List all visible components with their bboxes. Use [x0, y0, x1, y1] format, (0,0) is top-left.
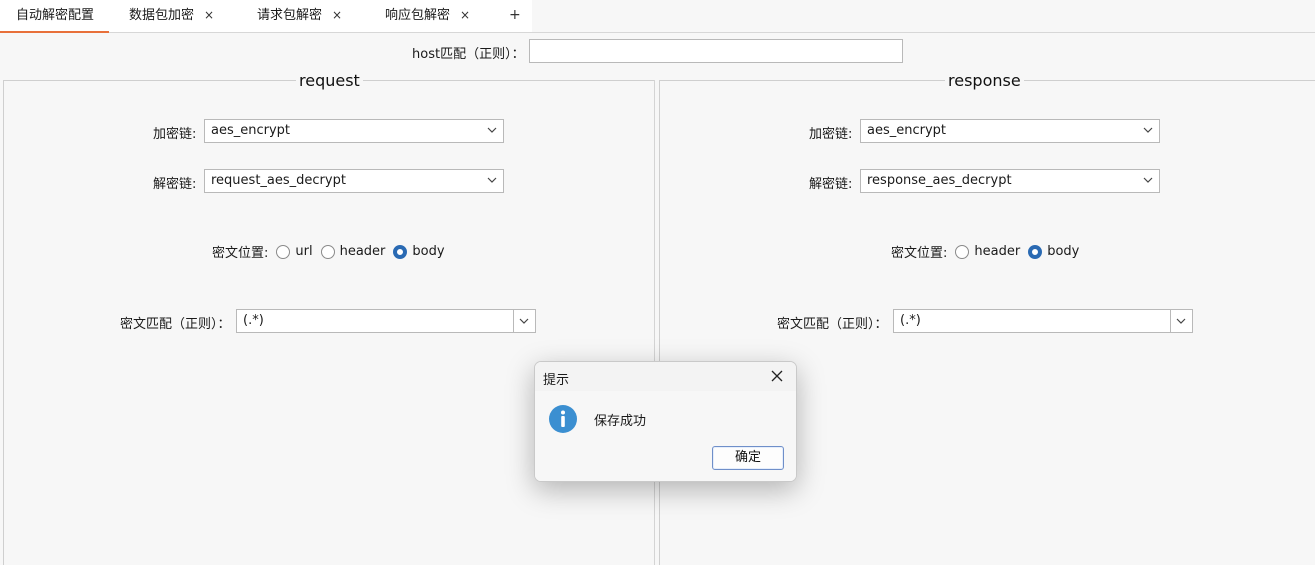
- info-icon: [549, 405, 577, 433]
- request-encrypt-label: 加密链:: [153, 127, 197, 142]
- ok-button[interactable]: 确定: [712, 446, 784, 470]
- radio-circle-selected: [1028, 244, 1043, 259]
- chevron-down-icon: [1143, 177, 1153, 183]
- request-decrypt-select[interactable]: request_aes_decrypt: [204, 169, 504, 193]
- chevron-down-icon: [487, 127, 497, 133]
- dialog-title: 提示: [543, 373, 570, 388]
- add-tab-button[interactable]: +: [509, 0, 521, 32]
- radio-label: body: [1047, 244, 1080, 259]
- tab-label: 数据包加密: [129, 8, 195, 23]
- request-decrypt-label: 解密链:: [153, 177, 197, 192]
- host-match-input[interactable]: [529, 39, 903, 63]
- tab-response-decrypt[interactable]: 响应包解密 ×: [385, 0, 470, 33]
- select-value: response_aes_decrypt: [867, 173, 1012, 188]
- combo-dropdown-button[interactable]: [513, 310, 535, 332]
- request-match-label: 密文匹配（正则）：: [120, 317, 231, 332]
- chevron-down-icon: [487, 177, 497, 183]
- response-decrypt-select[interactable]: response_aes_decrypt: [860, 169, 1160, 193]
- response-title: response: [945, 71, 1024, 90]
- radio-circle: [276, 244, 291, 259]
- radio-label: header: [339, 244, 386, 259]
- tab-label: 请求包解密: [257, 8, 323, 23]
- response-decrypt-label: 解密链:: [809, 177, 853, 192]
- radio-circle-selected: [393, 244, 408, 259]
- select-value: aes_encrypt: [211, 123, 291, 138]
- response-position-header-radio[interactable]: header: [955, 244, 1020, 259]
- tab-label: 响应包解密: [385, 8, 451, 23]
- message-dialog: 提示 保存成功 确定: [534, 361, 797, 482]
- select-value: aes_encrypt: [867, 123, 947, 138]
- response-position-body-radio[interactable]: body: [1028, 244, 1079, 259]
- response-encrypt-label: 加密链:: [809, 127, 853, 142]
- tab-packet-encrypt[interactable]: 数据包加密 ×: [129, 0, 214, 33]
- close-icon[interactable]: ×: [460, 0, 470, 31]
- request-position-group: 密文位置: url header body: [212, 242, 453, 261]
- tab-bar: 自动解密配置 数据包加密 × 请求包解密 × 响应包解密 × +: [0, 0, 1315, 33]
- close-icon[interactable]: ×: [332, 0, 342, 31]
- radio-circle: [320, 244, 335, 259]
- chevron-down-icon: [1143, 127, 1153, 133]
- tab-auto-decrypt-config[interactable]: 自动解密配置: [0, 0, 109, 33]
- chevron-down-icon: [519, 318, 529, 324]
- request-position-header-radio[interactable]: header: [320, 244, 386, 259]
- radio-circle: [955, 244, 970, 259]
- tab-label: 自动解密配置: [16, 8, 95, 23]
- response-match-label: 密文匹配（正则）：: [777, 317, 888, 332]
- request-position-body-radio[interactable]: body: [393, 244, 445, 259]
- combo-value: (.*): [243, 313, 264, 328]
- request-position-url-radio[interactable]: url: [276, 244, 313, 259]
- close-icon[interactable]: [770, 369, 784, 383]
- dialog-message: 保存成功: [594, 414, 647, 429]
- response-match-combo[interactable]: (.*): [893, 309, 1193, 333]
- request-title: request: [296, 71, 363, 90]
- tab-request-decrypt[interactable]: 请求包解密 ×: [257, 0, 342, 33]
- response-encrypt-select[interactable]: aes_encrypt: [860, 119, 1160, 143]
- request-match-combo[interactable]: (.*): [236, 309, 536, 333]
- select-value: request_aes_decrypt: [211, 173, 346, 188]
- dialog-title-bar: 提示: [535, 362, 796, 391]
- dialog-body: 保存成功 确定: [535, 391, 796, 481]
- radio-label: header: [974, 244, 1021, 259]
- close-icon[interactable]: ×: [204, 0, 214, 31]
- chevron-down-icon: [1176, 318, 1186, 324]
- request-position-label: 密文位置:: [212, 246, 269, 261]
- response-position-label: 密文位置:: [891, 246, 948, 261]
- combo-dropdown-button[interactable]: [1170, 310, 1192, 332]
- request-encrypt-select[interactable]: aes_encrypt: [204, 119, 504, 143]
- response-position-group: 密文位置: header body: [891, 242, 1087, 261]
- radio-label: body: [412, 244, 445, 259]
- combo-value: (.*): [900, 313, 921, 328]
- host-match-label: host匹配（正则）：: [412, 47, 525, 62]
- radio-label: url: [295, 244, 313, 259]
- panel-divider: [654, 80, 655, 565]
